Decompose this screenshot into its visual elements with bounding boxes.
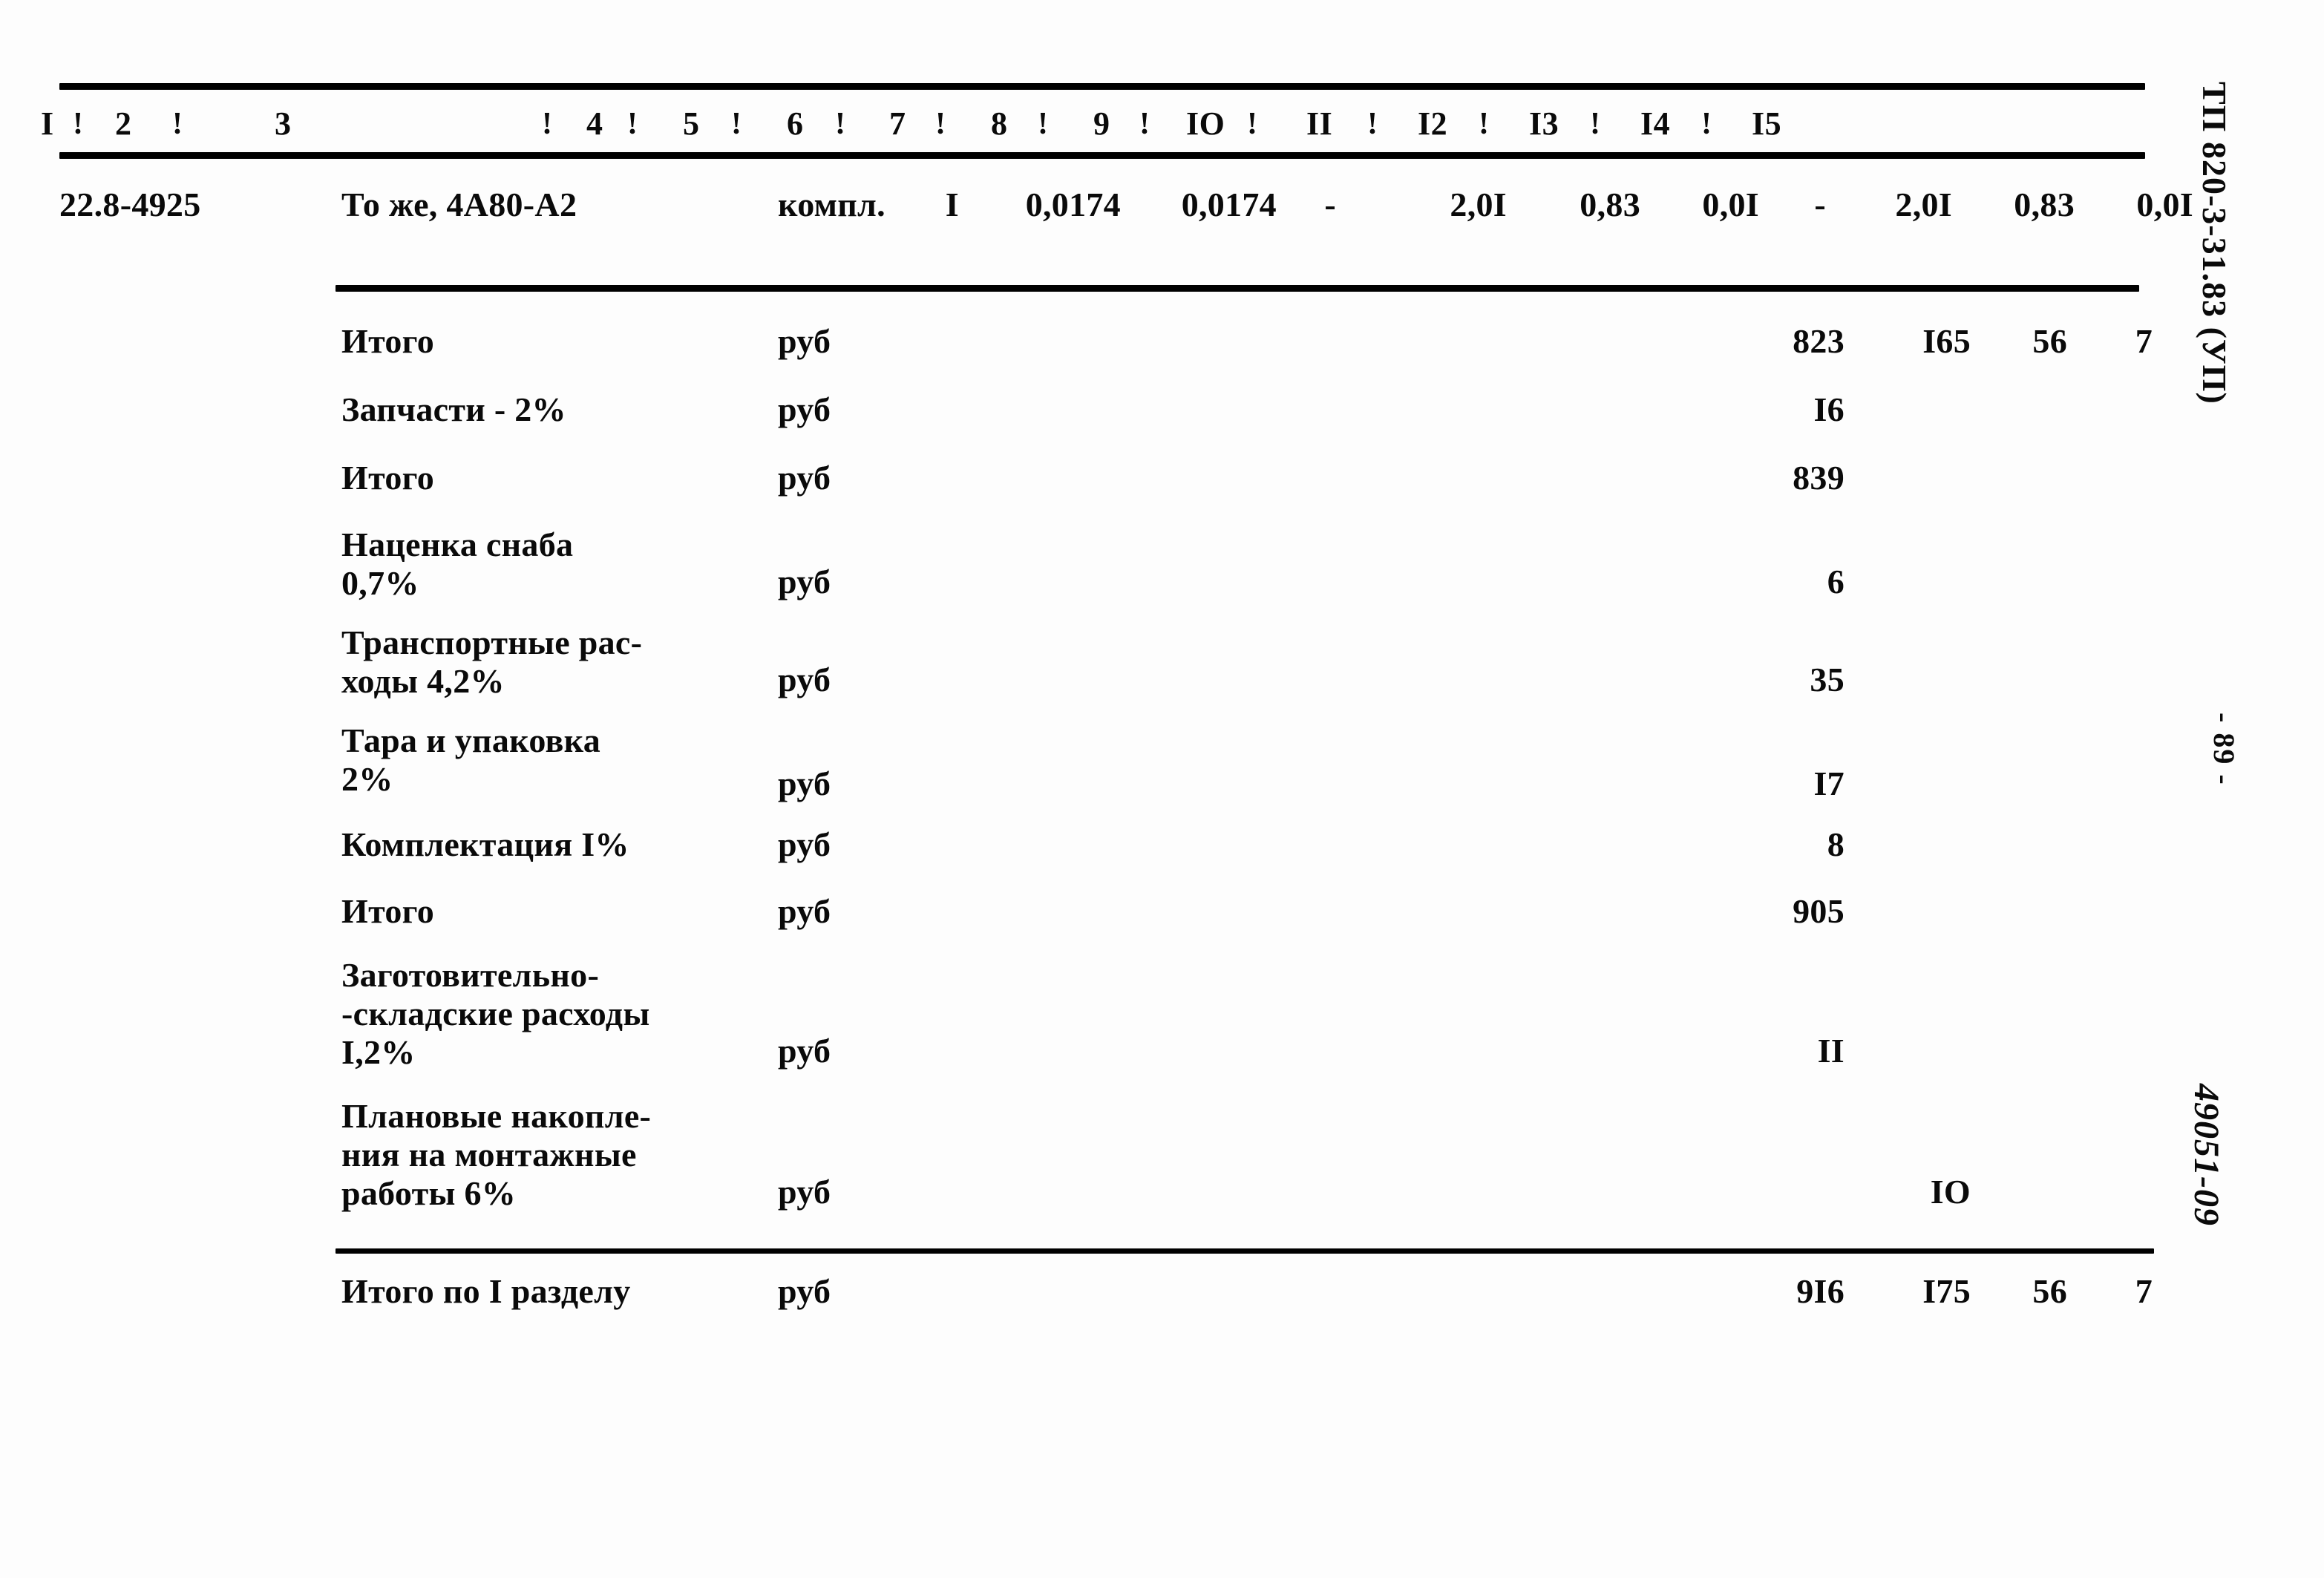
- summary-unit: руб: [778, 322, 831, 360]
- item-qty: I: [945, 186, 959, 223]
- item-unit: компл.: [778, 186, 886, 223]
- column-separator: !: [935, 107, 946, 141]
- summary-value-13: I65: [1922, 322, 1971, 360]
- column-separator: !: [1038, 107, 1049, 141]
- column-separator: !: [835, 107, 846, 141]
- item-code: 22.8-4925: [59, 186, 201, 223]
- summary-unit: руб: [778, 892, 831, 930]
- item-value-10: 0,83: [1580, 186, 1640, 223]
- column-separator: !: [172, 107, 183, 141]
- column-separator: !: [1139, 107, 1150, 141]
- summary-label: Наценка снаба 0,7%: [341, 526, 574, 602]
- column-separator: !: [1367, 107, 1378, 141]
- summary-value-14: 56: [2032, 322, 2067, 360]
- summary-unit: руб: [778, 459, 831, 497]
- summary-value-15: 7: [2135, 322, 2153, 360]
- summary-value-12: 823: [1793, 322, 1845, 360]
- item-value-14: 0,83: [2014, 186, 2075, 223]
- summary-unit: руб: [778, 563, 831, 600]
- item-value-9: 2,0I: [1450, 186, 1507, 223]
- total-value-14: 56: [2032, 1272, 2067, 1310]
- summary-label: Плановые накопле- ния на монтажные работ…: [341, 1097, 652, 1212]
- item-value-6: 0,0174: [1025, 186, 1121, 223]
- column-separator: !: [1247, 107, 1258, 141]
- column-header-8: 8: [991, 105, 1008, 142]
- total-unit: руб: [778, 1272, 831, 1310]
- column-separator: !: [1701, 107, 1712, 141]
- summary-label: Транспортные рас- ходы 4,2%: [341, 623, 643, 700]
- column-header-1: I: [41, 105, 54, 142]
- scanned-page: I ! 2 ! 3 ! 4 ! 5 ! 6 ! 7 ! 8 ! 9 ! IO !…: [0, 0, 2324, 1578]
- summary-label: Комплектация I%: [341, 825, 629, 863]
- column-header-10: IO: [1186, 105, 1225, 142]
- item-value-8: -: [1324, 186, 1336, 223]
- summary-value-12: II: [1817, 1032, 1845, 1070]
- total-label: Итого по I разделу: [341, 1272, 631, 1310]
- column-header-11: II: [1306, 105, 1333, 142]
- summary-unit: руб: [778, 825, 831, 863]
- total-row-top-rule: [335, 1248, 2154, 1254]
- item-value-11: 0,0I: [1702, 186, 1759, 223]
- total-value-12: 9I6: [1796, 1272, 1845, 1310]
- column-separator: !: [1479, 107, 1490, 141]
- column-separator: !: [73, 107, 84, 141]
- page-number-label: - 89 -: [2207, 713, 2241, 786]
- summary-value-12: I7: [1813, 765, 1845, 802]
- summary-value-12: I6: [1813, 390, 1845, 428]
- column-header-2: 2: [115, 105, 132, 142]
- item-value-7: 0,0174: [1181, 186, 1277, 223]
- summary-value-12: 839: [1793, 459, 1845, 497]
- summary-label: Итого: [341, 459, 435, 497]
- column-header-13: I3: [1529, 105, 1559, 142]
- item-value-13: 2,0I: [1895, 186, 1952, 223]
- total-value-13: I75: [1922, 1272, 1971, 1310]
- estimate-table: I ! 2 ! 3 ! 4 ! 5 ! 6 ! 7 ! 8 ! 9 ! IO !…: [0, 0, 2197, 1578]
- summary-label: Запчасти - 2%: [341, 390, 566, 428]
- document-code-label: ТП 820-3-31.83 (УП): [2196, 82, 2233, 405]
- column-header-12: I2: [1418, 105, 1448, 142]
- header-bottom-rule: [59, 152, 2145, 159]
- summary-value-12: 905: [1793, 892, 1845, 930]
- item-row-bottom-rule: [335, 285, 2139, 292]
- summary-value-13: IO: [1930, 1173, 1971, 1211]
- summary-label: Итого: [341, 322, 435, 360]
- column-header-15: I5: [1752, 105, 1782, 142]
- summary-unit: руб: [778, 765, 831, 802]
- column-header-5: 5: [683, 105, 700, 142]
- total-value-15: 7: [2135, 1272, 2153, 1310]
- column-separator: !: [627, 107, 638, 141]
- summary-label: Тара и упаковка 2%: [341, 721, 601, 798]
- item-value-12: -: [1814, 186, 1826, 223]
- summary-value-12: 8: [1827, 825, 1845, 863]
- table-top-rule: [59, 83, 2145, 90]
- column-header-9: 9: [1093, 105, 1110, 142]
- summary-value-12: 6: [1827, 563, 1845, 600]
- column-header-4: 4: [586, 105, 603, 142]
- summary-value-12: 35: [1810, 661, 1845, 698]
- summary-label: Заготовительно- -складские расходы I,2%: [341, 956, 650, 1071]
- summary-unit: руб: [778, 390, 831, 428]
- item-name: То же, 4А80-А2: [341, 186, 577, 223]
- column-header-14: I4: [1640, 105, 1671, 142]
- column-separator: !: [1590, 107, 1601, 141]
- column-header-6: 6: [787, 105, 804, 142]
- summary-unit: руб: [778, 661, 831, 698]
- summary-label: Итого: [341, 892, 435, 930]
- summary-unit: руб: [778, 1032, 831, 1070]
- column-separator: !: [731, 107, 742, 141]
- summary-unit: руб: [778, 1173, 831, 1211]
- column-header-3: 3: [275, 105, 292, 142]
- column-header-7: 7: [889, 105, 906, 142]
- column-separator: !: [542, 107, 553, 141]
- sheet-code-label: 49051-09: [2187, 1084, 2226, 1226]
- column-header-row: I ! 2 ! 3 ! 4 ! 5 ! 6 ! 7 ! 8 ! 9 ! IO !…: [41, 98, 2145, 150]
- item-value-15: 0,0I: [2136, 186, 2193, 223]
